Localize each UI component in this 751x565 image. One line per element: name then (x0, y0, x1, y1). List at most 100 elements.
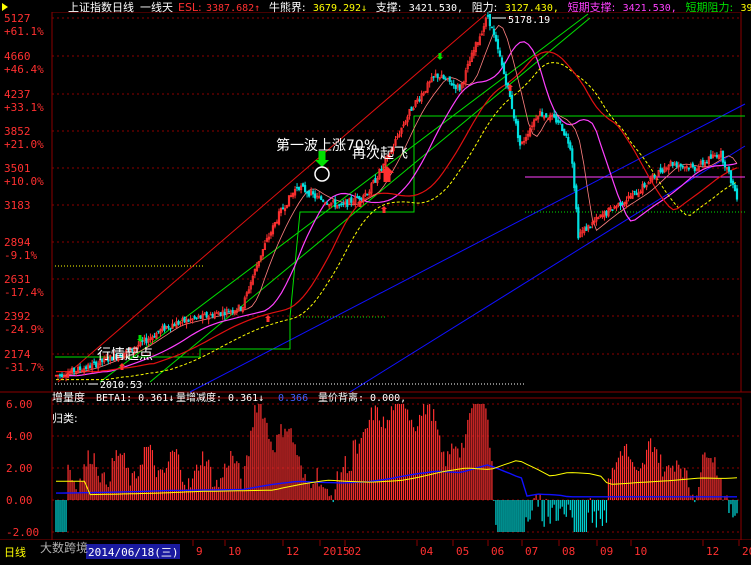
candle-down[interactable] (93, 362, 95, 363)
candle-down[interactable] (716, 155, 718, 157)
candle-down[interactable] (515, 119, 517, 123)
candle-down[interactable] (312, 192, 314, 195)
candle-down[interactable] (660, 168, 662, 172)
candle-down[interactable] (702, 160, 704, 164)
candle-down[interactable] (730, 171, 732, 183)
candle-down[interactable] (493, 29, 495, 34)
candle-down[interactable] (734, 185, 736, 191)
candle-down[interactable] (79, 367, 81, 370)
candle-down[interactable] (232, 310, 234, 311)
chart-stage[interactable]: 5127+61.1%4660+46.4%4237+33.1%3852+21.0%… (0, 0, 751, 561)
candle-down[interactable] (453, 84, 455, 85)
candle-down[interactable] (224, 312, 226, 315)
candle-down[interactable] (351, 198, 353, 203)
candle-down[interactable] (200, 316, 202, 319)
candle-down[interactable] (620, 202, 622, 206)
candle-down[interactable] (342, 204, 344, 205)
candle-down[interactable] (196, 318, 198, 319)
candle-down[interactable] (85, 367, 87, 369)
candle-down[interactable] (565, 134, 567, 136)
candle-down[interactable] (443, 75, 445, 78)
candle-down[interactable] (212, 314, 214, 316)
candle-down[interactable] (513, 110, 515, 119)
candle-down[interactable] (142, 341, 144, 342)
candle-down[interactable] (445, 79, 447, 80)
candle-down[interactable] (736, 189, 738, 200)
candle-down[interactable] (682, 166, 684, 167)
candle-down[interactable] (194, 316, 196, 318)
candle-down[interactable] (314, 194, 316, 198)
candle-down[interactable] (449, 77, 451, 82)
candle-down[interactable] (728, 167, 730, 171)
candle-down[interactable] (578, 208, 580, 238)
candle-down[interactable] (158, 331, 160, 332)
candle-down[interactable] (644, 183, 646, 187)
candle-down[interactable] (491, 27, 493, 28)
candle-down[interactable] (304, 185, 306, 191)
candle-down[interactable] (606, 211, 608, 215)
candle-down[interactable] (688, 168, 690, 169)
candle-down[interactable] (282, 208, 284, 209)
candle-down[interactable] (228, 311, 230, 312)
candle-down[interactable] (326, 204, 328, 205)
candle-down[interactable] (517, 121, 519, 138)
candle-down[interactable] (499, 51, 501, 56)
candle-down[interactable] (298, 187, 300, 190)
candle-down[interactable] (361, 198, 363, 199)
candle-down[interactable] (455, 85, 457, 89)
candle-down[interactable] (586, 227, 588, 231)
candle-down[interactable] (503, 63, 505, 74)
candle-down[interactable] (497, 39, 499, 49)
candle-down[interactable] (545, 114, 547, 118)
candle-down[interactable] (188, 320, 190, 321)
candle-down[interactable] (306, 192, 308, 193)
candle-down[interactable] (367, 194, 369, 195)
candle-down[interactable] (381, 169, 383, 170)
candle-down[interactable] (559, 122, 561, 123)
candle-down[interactable] (89, 366, 91, 368)
candle-down[interactable] (357, 197, 359, 198)
candle-down[interactable] (164, 325, 166, 331)
candle-down[interactable] (340, 204, 342, 205)
candle-down[interactable] (561, 124, 563, 131)
candle-down[interactable] (154, 336, 156, 337)
candle-down[interactable] (73, 368, 75, 372)
candle-down[interactable] (322, 200, 324, 201)
candle-down[interactable] (334, 200, 336, 207)
candle-down[interactable] (612, 210, 614, 211)
candle-down[interactable] (184, 317, 186, 322)
candle-down[interactable] (411, 107, 413, 111)
candle-down[interactable] (654, 175, 656, 177)
candle-down[interactable] (672, 162, 674, 165)
candle-down[interactable] (692, 164, 694, 167)
candle-down[interactable] (487, 15, 489, 16)
candle-down[interactable] (519, 136, 521, 146)
candle-down[interactable] (206, 312, 208, 317)
candle-down[interactable] (694, 167, 696, 171)
candle-down[interactable] (308, 191, 310, 196)
candle-down[interactable] (375, 178, 377, 182)
candle-down[interactable] (170, 328, 172, 329)
candle-down[interactable] (146, 338, 148, 343)
candle-down[interactable] (433, 76, 435, 77)
candle-down[interactable] (622, 204, 624, 205)
candle-down[interactable] (346, 200, 348, 207)
candle-down[interactable] (240, 307, 242, 310)
candle-down[interactable] (61, 374, 63, 376)
candle-down[interactable] (220, 312, 222, 315)
candle-down[interactable] (563, 129, 565, 135)
candle-down[interactable] (511, 95, 513, 108)
candle-down[interactable] (296, 187, 298, 188)
candle-down[interactable] (676, 163, 678, 167)
candle-down[interactable] (59, 375, 61, 376)
candle-down[interactable] (557, 120, 559, 122)
candle-down[interactable] (178, 321, 180, 324)
candle-down[interactable] (710, 155, 712, 159)
candle-down[interactable] (437, 74, 439, 78)
candle-down[interactable] (489, 14, 491, 26)
candle-down[interactable] (555, 116, 557, 122)
candle-down[interactable] (680, 164, 682, 166)
candle-down[interactable] (567, 137, 569, 143)
candle-down[interactable] (451, 83, 453, 85)
candle-down[interactable] (553, 114, 555, 117)
